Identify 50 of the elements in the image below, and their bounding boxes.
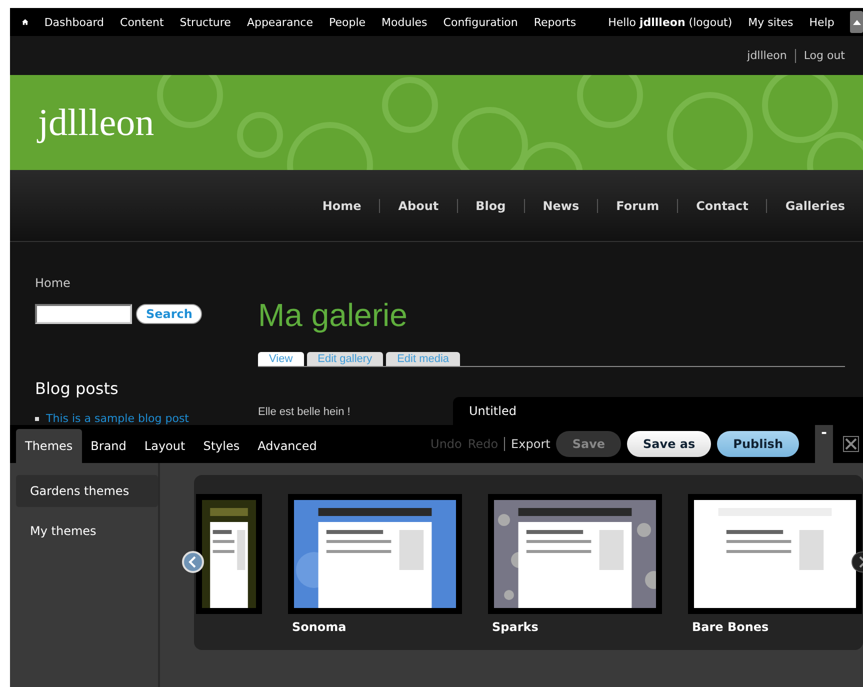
theme-name: Sonoma [291,620,348,634]
themebuilder-tab[interactable]: Styles [194,429,249,463]
admin-menu-item[interactable]: Structure [180,16,231,28]
theme-thumbnail[interactable]: Sparks [488,494,662,634]
bullet-icon [35,416,39,420]
greeting: Hello jdllleon (logout) [608,16,732,28]
user-link[interactable]: Log out [804,49,845,62]
home-icon[interactable] [22,17,28,27]
theme-category-item[interactable]: Gardens themes [16,475,158,507]
breadcrumb-link[interactable]: Home [35,276,232,290]
themebuilder-tab[interactable]: Advanced [248,429,326,463]
nav-link[interactable]: Home [304,198,380,212]
admin-menu-item[interactable]: People [329,16,366,28]
blog-post-link[interactable]: This is a sample blog post [46,412,189,425]
admin-menu-item[interactable]: Reports [534,16,576,28]
action-button[interactable]: Publish [717,431,799,457]
caret-icon [852,20,861,24]
admin-menu-item[interactable]: Configuration [443,16,518,28]
themebuilder-tab[interactable]: Layout [135,429,194,463]
body-text: Elle est belle hein ! [258,406,350,418]
admin-link[interactable]: Help [809,16,834,28]
user-link[interactable]: jdllleon [747,49,787,62]
theme-name: Sparks [491,620,540,634]
nav-link[interactable]: Galleries [766,198,863,212]
theme-name: Bare Bones [691,620,770,634]
close-icon[interactable] [843,436,859,452]
admin-menu-item[interactable]: Appearance [246,16,313,28]
theme-name-tab[interactable]: Untitled [453,397,863,425]
action-button[interactable]: Save as [627,431,712,457]
admin-menu-item[interactable]: Modules [382,16,428,28]
search-button[interactable]: Search [136,304,202,324]
minimize-button[interactable]: - [815,425,833,463]
action-link[interactable]: Export [511,437,550,451]
admin-link[interactable]: My sites [748,16,794,28]
nav-link[interactable]: Forum [597,198,678,212]
admin-menu-item[interactable]: Dashboard [44,16,104,28]
toolbar-toggle-button[interactable] [850,11,863,33]
theme-thumbnail[interactable]: Bare Bones [688,494,862,634]
nav-link[interactable]: News [524,198,598,212]
search-field[interactable] [35,304,132,324]
block-title: Blog posts [35,379,120,398]
nav-link[interactable]: About [379,198,457,212]
themebuilder-tab[interactable]: Brand [82,429,136,463]
nav-link[interactable]: Contact [677,198,766,212]
nav-link[interactable]: Blog [456,198,524,212]
theme-category-item[interactable]: My themes [16,515,158,547]
page-title: Ma galerie [258,297,408,334]
theme-thumbnail[interactable]: Sonoma [288,494,462,634]
themebuilder-tab[interactable]: Themes [16,429,82,463]
admin-menu-item[interactable]: Content [120,16,164,28]
